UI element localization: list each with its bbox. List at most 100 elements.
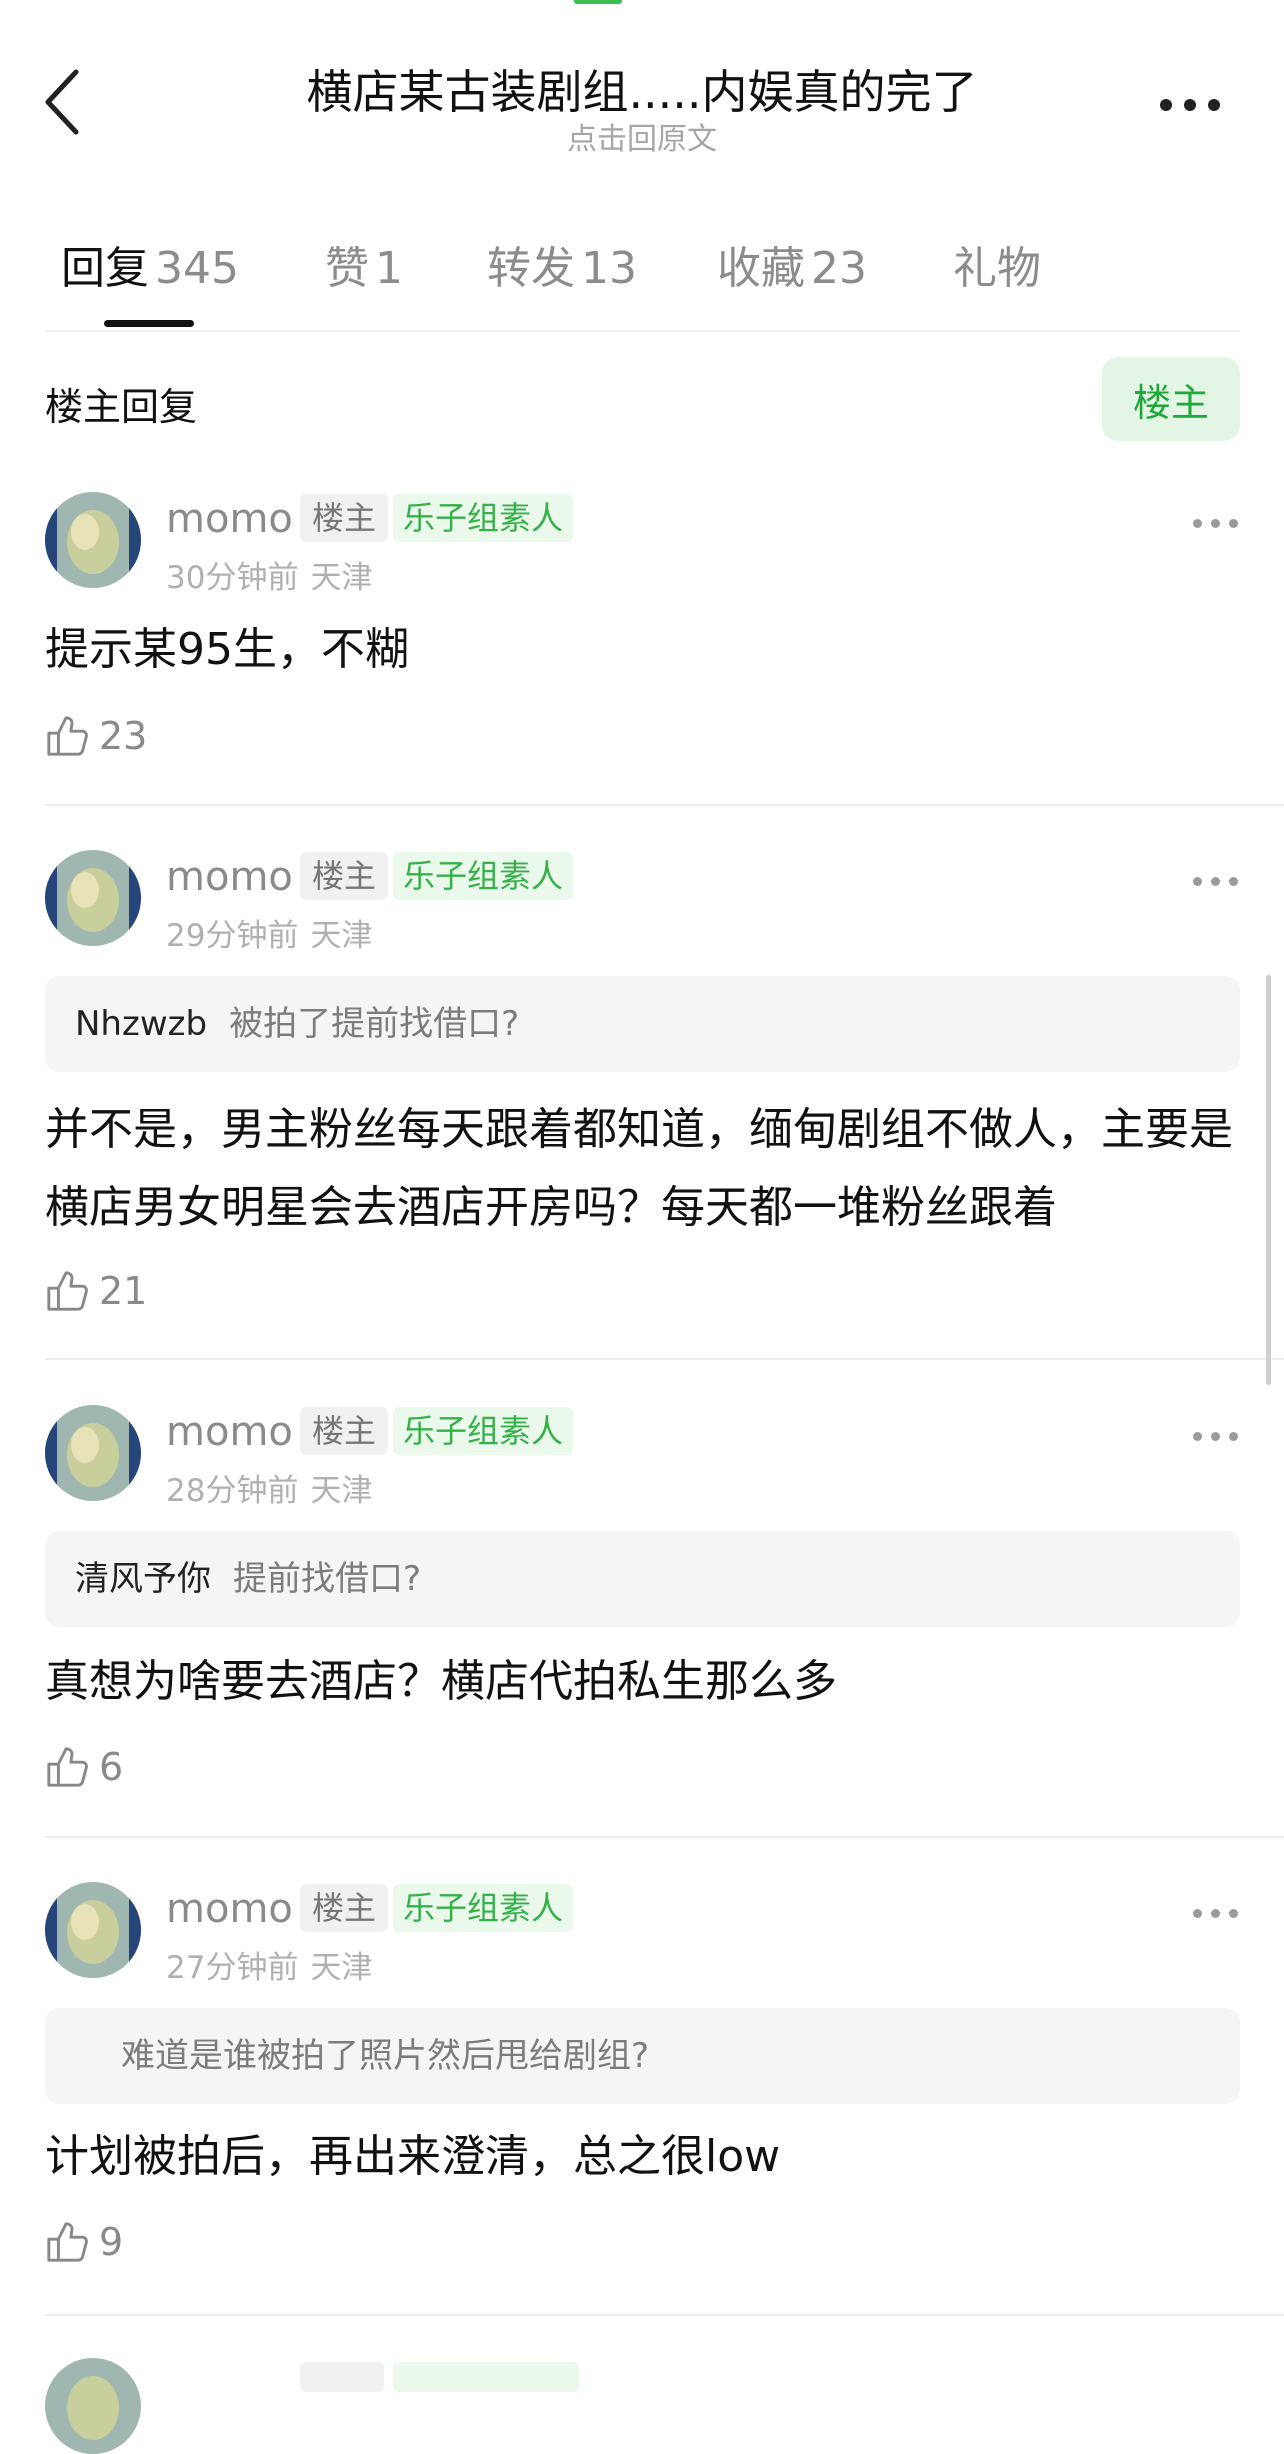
avatar-image (45, 1882, 141, 1978)
more-dot (1210, 1431, 1220, 1441)
tab-gifts[interactable]: 礼物 (953, 232, 1041, 296)
thumbs-up-icon (47, 1271, 88, 1311)
comment-text: 提示某95生，不糊 (45, 624, 409, 675)
username[interactable]: momo (166, 496, 293, 542)
tab-replies[interactable]: 回复 345 (61, 232, 239, 296)
avatar-image (45, 1405, 141, 1501)
like-button[interactable]: 21 (45, 1261, 147, 1321)
quoted-reply[interactable]: 难道是谁被拍了照片然后甩给剧组? (45, 2008, 1240, 2104)
more-dot (1228, 1431, 1238, 1441)
owner-badge: 楼主 (300, 494, 389, 542)
quoted-reply[interactable]: Nhzwzb 被拍了提前找借口? (45, 976, 1240, 1072)
tab-label: 收藏 (717, 243, 805, 294)
group-badge: 乐子组素人 (393, 1407, 574, 1455)
tab-likes[interactable]: 赞1 (325, 232, 403, 296)
avatar[interactable] (45, 1405, 141, 1501)
tabs-divider (45, 330, 1240, 332)
tab-favorites[interactable]: 收藏 23 (717, 232, 867, 296)
back-button[interactable] (34, 62, 94, 142)
scrollbar[interactable] (1266, 975, 1271, 1385)
timestamp: 29分钟前 (166, 918, 299, 954)
back-chevron-icon (45, 69, 79, 135)
avatar[interactable] (45, 492, 141, 588)
comment-more-button[interactable] (1185, 1421, 1245, 1451)
avatar-image (45, 850, 141, 946)
comment-divider (45, 1836, 1284, 1838)
section-title: 楼主回复 (45, 385, 198, 429)
comment-meta: 27分钟前 天津 (166, 1942, 372, 1987)
more-dot (1228, 518, 1238, 528)
more-options-button[interactable] (1150, 80, 1230, 130)
tab-bar: 回复 345 赞1 转发 13 收藏 23 礼物 (45, 232, 1240, 332)
page-title[interactable]: 横店某古装剧组.....内娱真的完了 (200, 56, 1084, 122)
like-count: 9 (99, 2220, 124, 2264)
owner-badge: 楼主 (300, 1884, 389, 1932)
comment-divider (45, 1358, 1284, 1360)
avatar-image (45, 2358, 141, 2454)
like-count: 21 (99, 1269, 148, 1313)
active-tab-indicator (104, 320, 194, 327)
quoted-reply[interactable]: 清风予你 提前找借口? (45, 1531, 1240, 1627)
comment-meta: 28分钟前 天津 (166, 1465, 372, 1510)
owner-badge (300, 2362, 384, 2392)
like-button[interactable]: 23 (45, 706, 147, 766)
more-horizontal-icon (1160, 99, 1172, 111)
more-horizontal-icon (1192, 1431, 1202, 1441)
username[interactable]: momo (166, 1409, 293, 1455)
more-dot (1228, 876, 1238, 886)
quoted-username: Nhzwzb (75, 1004, 208, 1044)
group-badge: 乐子组素人 (393, 494, 574, 542)
location: 天津 (310, 918, 373, 954)
avatar[interactable] (45, 2358, 141, 2454)
like-count: 6 (99, 1745, 124, 1789)
comment-more-button[interactable] (1185, 866, 1245, 896)
timestamp: 28分钟前 (166, 1473, 299, 1509)
tab-label: 赞 (325, 243, 369, 294)
group-badge: 乐子组素人 (393, 1884, 574, 1932)
comment-item: momo 楼主 乐子组素人 29分钟前 天津 Nhzwzb 被拍了提前找借口? 并不… (45, 850, 1284, 1350)
comment-text: 真想为啥要去酒店？横店代拍私生那么多 (45, 1656, 837, 1707)
avatar-image (45, 492, 141, 588)
owner-badge: 楼主 (300, 852, 389, 900)
back-to-original-link[interactable]: 点击回原文 (200, 114, 1084, 158)
comment-item: momo 楼主 乐子组素人 27分钟前 天津 难道是谁被拍了照片然后甩给剧组? 计… (45, 1882, 1284, 2282)
avatar[interactable] (45, 850, 141, 946)
more-dot (1210, 876, 1220, 886)
more-horizontal-icon (1192, 1908, 1202, 1918)
more-dot (1210, 518, 1220, 528)
tab-count: 1 (375, 243, 403, 294)
like-button[interactable]: 9 (45, 2212, 123, 2272)
timestamp: 30分钟前 (166, 560, 299, 596)
tab-label: 回复 (61, 243, 149, 294)
comment-text: 并不是，男主粉丝每天跟着都知道，缅甸剧组不做人，主要是横店男女明星会去酒店开房吗… (45, 1104, 1233, 1233)
username[interactable]: momo (166, 1886, 293, 1932)
thumbs-up-icon (47, 2222, 88, 2262)
more-dot (1210, 1908, 1220, 1918)
tab-count: 23 (811, 243, 867, 294)
group-badge: 乐子组素人 (393, 852, 574, 900)
quoted-username: 清风予你 (75, 1559, 211, 1599)
tab-label: 转发 (487, 243, 575, 294)
tab-count: 345 (155, 243, 239, 294)
location: 天津 (310, 1473, 373, 1509)
quoted-text: 难道是谁被拍了照片然后甩给剧组? (121, 2036, 650, 2076)
avatar[interactable] (45, 1882, 141, 1978)
comment-meta: 29分钟前 天津 (166, 910, 372, 955)
comment-meta: 30分钟前 天津 (166, 552, 372, 597)
owner-badge: 楼主 (300, 1407, 389, 1455)
group-badge (393, 2362, 579, 2392)
comment-divider (45, 2314, 1284, 2316)
quoted-text: 提前找借口? (233, 1559, 422, 1599)
comment-more-button[interactable] (1185, 1898, 1245, 1928)
tab-label: 礼物 (953, 243, 1041, 294)
owner-filter-button[interactable]: 楼主 (1102, 357, 1240, 441)
more-dot (1228, 1908, 1238, 1918)
comment-more-button[interactable] (1185, 508, 1245, 538)
location: 天津 (310, 1950, 373, 1986)
username[interactable]: momo (166, 854, 293, 900)
quoted-text: 被拍了提前找借口? (229, 1004, 520, 1044)
like-button[interactable]: 6 (45, 1737, 123, 1797)
tab-count: 13 (581, 243, 637, 294)
tab-reposts[interactable]: 转发 13 (487, 232, 637, 296)
comment-text: 计划被拍后，再出来澄清，总之很low (45, 2131, 781, 2182)
